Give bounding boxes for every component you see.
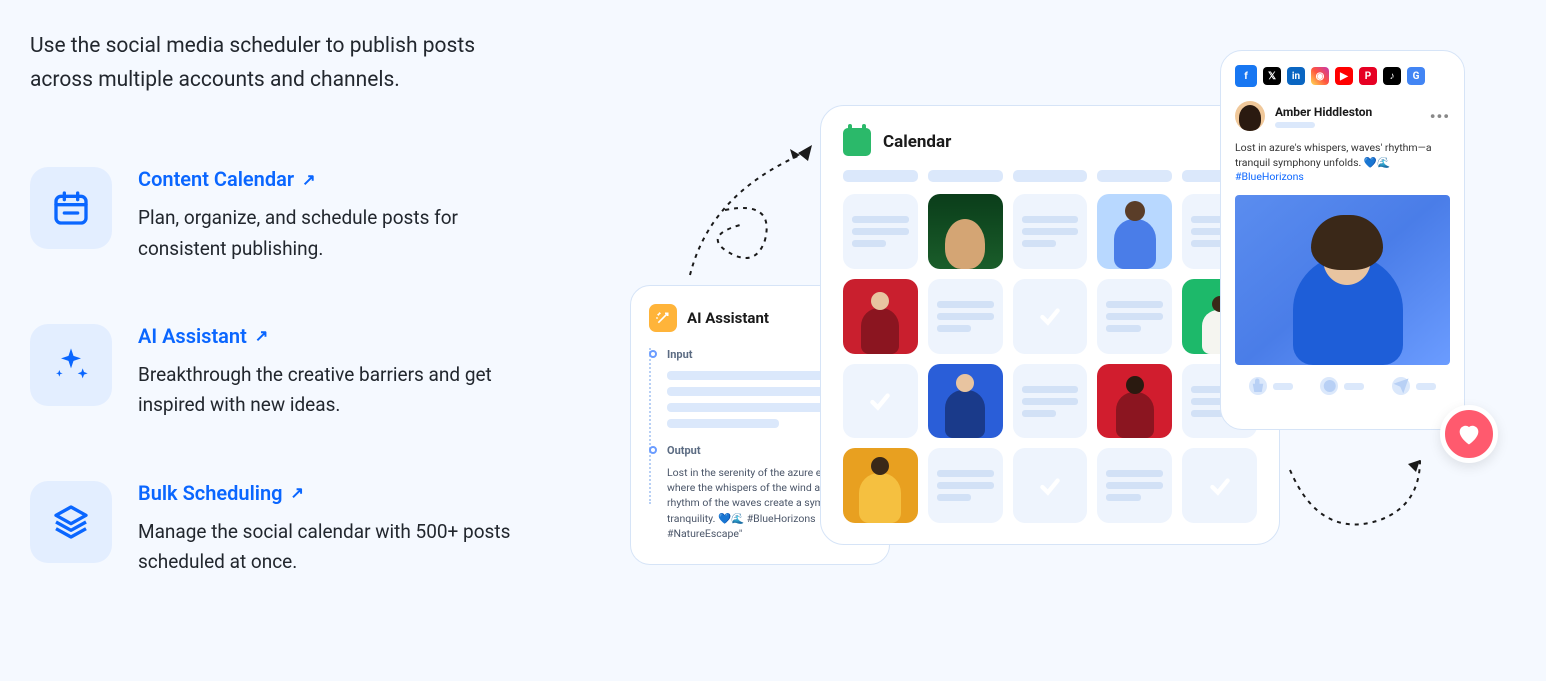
feature-desc: Breakthrough the creative barriers and g…: [138, 360, 530, 421]
sparkle-icon: [30, 324, 112, 406]
calendar-cell: [1097, 279, 1172, 354]
post-username: Amber Hiddleston: [1275, 105, 1372, 119]
calendar-cell: [928, 448, 1003, 523]
calendar-cell-image: [1097, 194, 1172, 269]
decorative-arrow-icon: [1280, 440, 1440, 560]
social-network-icons: f 𝕏 in ◉ ▶ P ♪ G: [1235, 65, 1450, 87]
calendar-cell-image: [843, 448, 918, 523]
calendar-cell-check: [843, 364, 918, 439]
calendar-cell-image: [928, 194, 1003, 269]
comment-action[interactable]: [1320, 377, 1364, 395]
layers-icon: [30, 481, 112, 563]
post-caption: Lost in azure's whispers, waves' rhythm—…: [1235, 141, 1450, 185]
feature-title: Content Calendar ↗: [138, 167, 530, 191]
post-actions: [1235, 377, 1450, 395]
x-icon: 𝕏: [1263, 67, 1281, 85]
calendar-cell-image: [1097, 364, 1172, 439]
ai-card-title: AI Assistant: [687, 309, 769, 327]
youtube-icon: ▶: [1335, 67, 1353, 85]
calendar-title: Calendar: [883, 132, 951, 152]
external-link-icon: ↗: [302, 170, 315, 189]
external-link-icon: ↗: [255, 326, 268, 345]
feature-desc: Manage the social calendar with 500+ pos…: [138, 517, 530, 578]
feature-ai-assistant[interactable]: AI Assistant ↗ Breakthrough the creative…: [30, 324, 530, 421]
feature-desc: Plan, organize, and schedule posts for c…: [138, 203, 530, 264]
pinterest-icon: P: [1359, 67, 1377, 85]
instagram-icon: ◉: [1311, 67, 1329, 85]
calendar-cell-check: [1013, 448, 1088, 523]
decorative-loop-icon: [715, 200, 795, 290]
like-action[interactable]: [1249, 377, 1293, 395]
feature-content-calendar[interactable]: Content Calendar ↗ Plan, organize, and s…: [30, 167, 530, 264]
calendar-cell: [1097, 448, 1172, 523]
tiktok-icon: ♪: [1383, 67, 1401, 85]
google-icon: G: [1407, 67, 1425, 85]
heart-badge-icon: [1440, 405, 1498, 463]
calendar-cell-image: [928, 364, 1003, 439]
intro-text: Use the social media scheduler to publis…: [30, 30, 530, 97]
share-action[interactable]: [1392, 377, 1436, 395]
linkedin-icon: in: [1287, 67, 1305, 85]
external-link-icon: ↗: [291, 483, 304, 502]
social-post-card: f 𝕏 in ◉ ▶ P ♪ G Amber Hiddleston ••• Lo…: [1220, 50, 1465, 430]
calendar-app-icon: [843, 128, 871, 156]
calendar-cell: [1013, 194, 1088, 269]
calendar-card: Calendar: [820, 105, 1280, 545]
facebook-icon: f: [1235, 65, 1257, 87]
wand-icon: [649, 304, 677, 332]
feature-title: AI Assistant ↗: [138, 324, 530, 348]
calendar-icon: [30, 167, 112, 249]
calendar-cell: [843, 194, 918, 269]
calendar-cell: [928, 279, 1003, 354]
avatar: [1235, 101, 1265, 131]
feature-title: Bulk Scheduling ↗: [138, 481, 530, 505]
calendar-cell-check: [1013, 279, 1088, 354]
calendar-cell-check: [1182, 448, 1257, 523]
calendar-cell: [1013, 364, 1088, 439]
calendar-cell-image: [843, 279, 918, 354]
post-image: [1235, 195, 1450, 365]
post-menu-button[interactable]: •••: [1430, 107, 1450, 126]
calendar-grid: [843, 194, 1257, 523]
feature-bulk-scheduling[interactable]: Bulk Scheduling ↗ Manage the social cale…: [30, 481, 530, 578]
